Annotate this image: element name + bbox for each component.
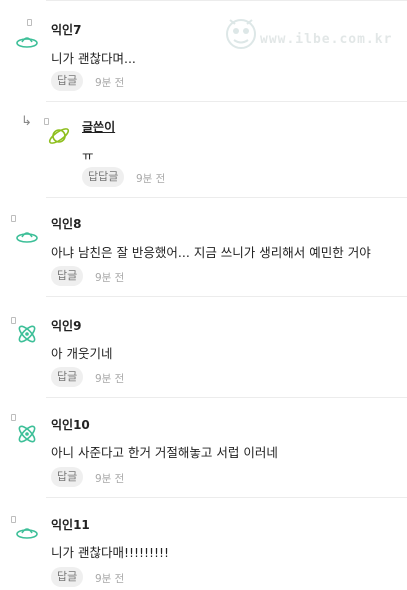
watermark-text: www.ilbe.com.kr <box>260 32 393 47</box>
comment-author: 익인11 <box>51 518 90 532</box>
planet-icon <box>48 128 70 144</box>
comment-text: ㅠ <box>82 148 94 163</box>
watermark: www.ilbe.com.kr <box>222 10 407 58</box>
divider <box>46 497 407 498</box>
reply-button[interactable]: 답글 <box>51 367 84 387</box>
comment-author: 익인9 <box>51 319 82 333</box>
comment-author: 익인8 <box>51 217 82 231</box>
comment-text: 니가 괜찮다며... <box>51 51 136 66</box>
comment-time: 9분 전 <box>95 573 125 585</box>
comment-time: 9분 전 <box>95 373 125 385</box>
comment-time: 9분 전 <box>95 77 125 89</box>
comment-author[interactable]: 글쓴이 <box>82 118 115 135</box>
comment-time: 9분 전 <box>95 473 125 485</box>
comment-text: 니가 괜찮다매!!!!!!!!! <box>51 545 170 560</box>
comment-text: 아 개웃기네 <box>51 346 113 361</box>
tick-mark <box>11 215 16 222</box>
reply-button[interactable]: 답글 <box>51 467 84 487</box>
mascot-icon <box>226 19 256 49</box>
ufo-icon <box>16 528 38 539</box>
divider <box>46 0 407 1</box>
divider <box>46 197 407 198</box>
comment-time: 9분 전 <box>95 272 125 284</box>
reply-arrow-icon: ↳ <box>21 114 32 129</box>
comment-author: 익인10 <box>51 418 90 432</box>
comment-text: 아니 사준다고 한거 거절해놓고 서럽 이러네 <box>51 445 278 460</box>
tick-mark <box>27 19 32 26</box>
tick-mark <box>11 414 16 421</box>
reply-button[interactable]: 답글 <box>51 567 84 587</box>
atom-icon <box>18 325 36 343</box>
comment-time: 9분 전 <box>136 173 166 185</box>
comment-author: 익인7 <box>51 23 82 37</box>
atom-icon <box>18 425 36 443</box>
divider <box>46 101 407 102</box>
reply-button[interactable]: 답글 <box>51 266 84 286</box>
reply-button[interactable]: 답글 <box>51 71 84 91</box>
ufo-icon <box>16 37 38 48</box>
divider <box>46 296 407 297</box>
divider <box>46 397 407 398</box>
comment-text: 아냐 남친은 잘 반응했어... 지금 쓰니가 생리해서 예민한 거야 <box>51 245 371 260</box>
reply-button[interactable]: 답답글 <box>82 167 125 187</box>
ufo-icon <box>16 232 38 243</box>
